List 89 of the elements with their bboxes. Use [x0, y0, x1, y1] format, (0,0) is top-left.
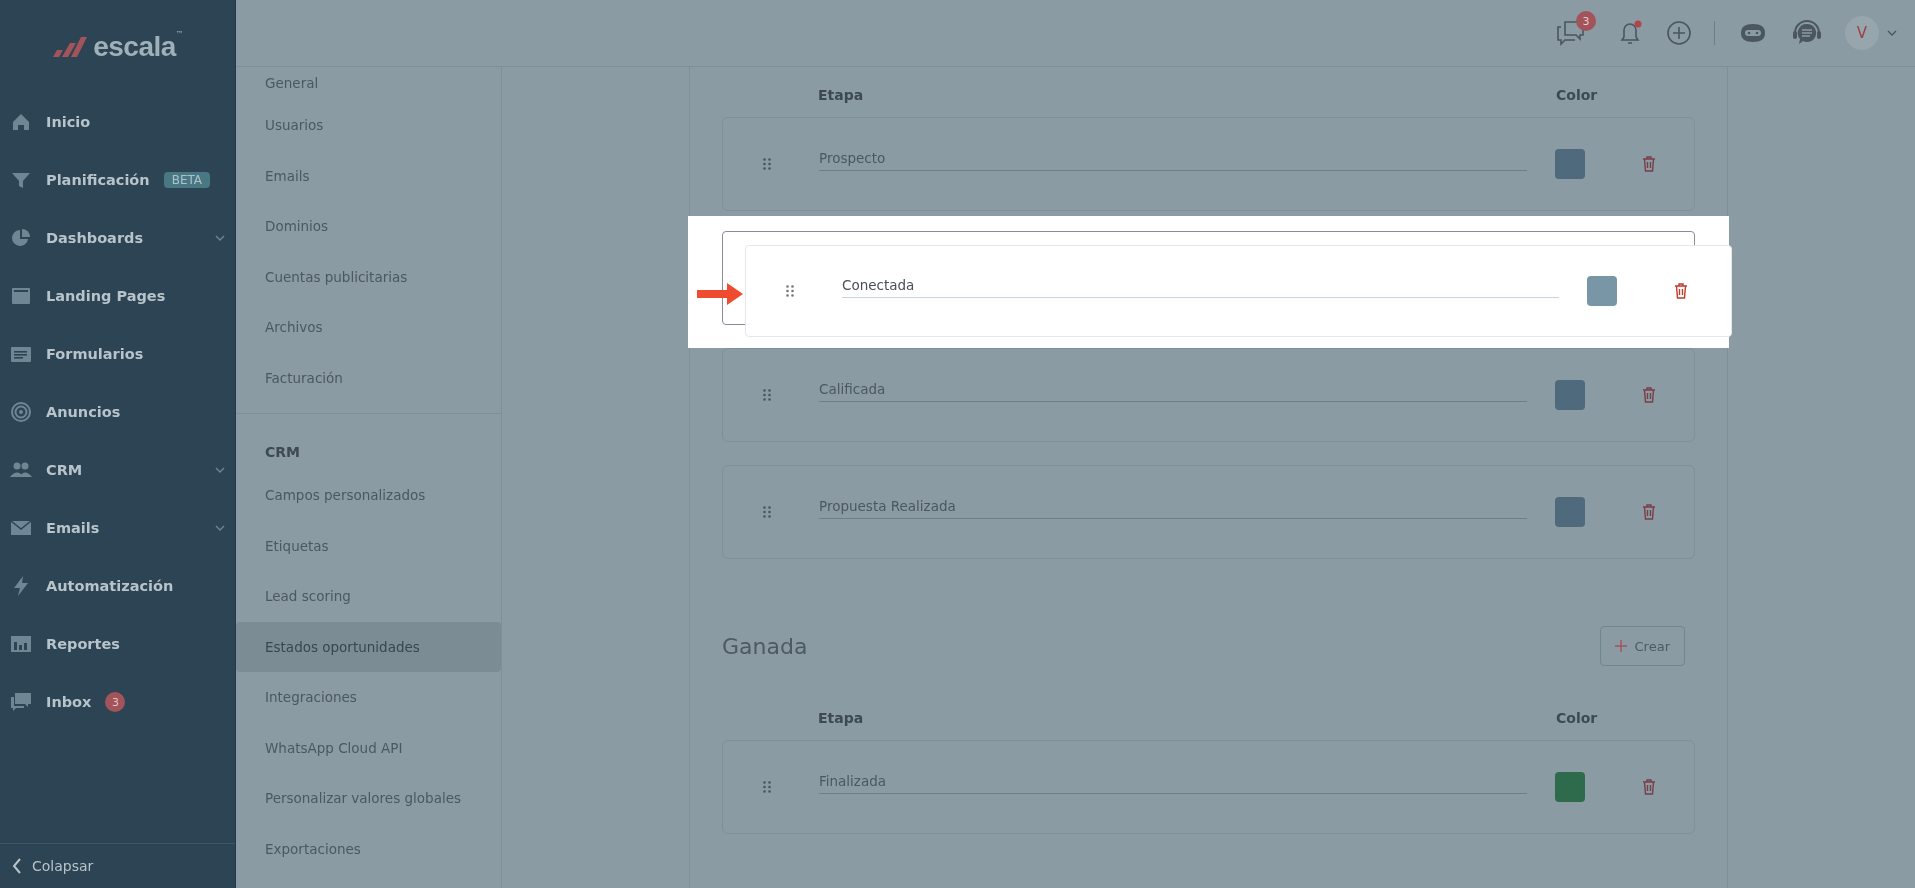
- logo-icon: [51, 34, 88, 59]
- nav-label: Inicio: [46, 114, 91, 130]
- chevron-left-icon: [12, 858, 22, 874]
- color-swatch[interactable]: [1587, 276, 1617, 306]
- count-badge: 3: [105, 692, 126, 712]
- collapse-button[interactable]: Colapsar: [0, 843, 235, 888]
- trademark-mark: ™: [175, 30, 184, 39]
- color-swatch[interactable]: [1555, 497, 1585, 527]
- settings-menu-item[interactable]: Estados oportunidades: [236, 621, 501, 672]
- nav-icon: [10, 111, 32, 133]
- nav-label: Anuncios: [46, 404, 121, 420]
- nav-item[interactable]: Dashboards: [0, 209, 235, 267]
- add-icon[interactable]: [1666, 20, 1692, 46]
- stage-name-field[interactable]: Calificada: [819, 378, 1527, 402]
- drag-handle-icon[interactable]: [786, 285, 794, 297]
- chevron-icon[interactable]: [1887, 30, 1897, 36]
- drag-handle-icon[interactable]: [763, 389, 771, 401]
- stage-name-field[interactable]: Conectada: [842, 274, 1559, 298]
- user-avatar[interactable]: V: [1845, 16, 1879, 50]
- nav-icon: [10, 285, 32, 307]
- settings-menu-item[interactable]: Exportaciones: [236, 823, 501, 874]
- nav-item[interactable]: Emails: [0, 499, 235, 557]
- stage-name-field[interactable]: Prospecto: [819, 147, 1527, 171]
- menu-section-title: CRM: [264, 443, 301, 462]
- trash-icon[interactable]: [1674, 283, 1688, 299]
- color-swatch[interactable]: [1555, 380, 1585, 410]
- stage-name-field[interactable]: Finalizada: [819, 770, 1527, 794]
- nav-icon: [10, 401, 32, 423]
- nav-label: Automatización: [46, 578, 174, 594]
- drag-handle-icon[interactable]: [763, 781, 771, 793]
- color-swatch[interactable]: [1555, 772, 1585, 802]
- count-badge: 3: [1576, 11, 1596, 31]
- trash-icon[interactable]: [1642, 387, 1656, 403]
- nav-icon: [10, 227, 32, 249]
- column-header: Etapa: [818, 87, 864, 103]
- settings-menu-item[interactable]: Usuarios: [236, 100, 501, 151]
- section-title: Ganada: [722, 633, 808, 659]
- nav-label: Inbox: [46, 694, 92, 710]
- plus-icon: [1614, 640, 1627, 652]
- nav-label: Reportes: [46, 636, 120, 652]
- nav-item[interactable]: Planificación BETA: [0, 151, 235, 209]
- nav-item[interactable]: Formularios: [0, 325, 235, 383]
- nav-label: Landing Pages: [46, 288, 166, 304]
- settings-menu-item[interactable]: Dominios: [236, 201, 501, 252]
- nav-label: Formularios: [46, 346, 144, 362]
- create-button[interactable]: Crear: [1599, 626, 1685, 666]
- chevron-icon: [215, 525, 225, 531]
- pointer-arrow-icon: [697, 282, 743, 306]
- column-header: Etapa: [818, 710, 864, 726]
- nav-item[interactable]: Landing Pages: [0, 267, 235, 325]
- settings-menu-item[interactable]: Lead scoring: [236, 571, 501, 622]
- nav-icon: [10, 691, 32, 713]
- nav-label: CRM: [46, 462, 83, 478]
- chevron-icon: [215, 467, 225, 473]
- settings-menu-item[interactable]: Campos personalizados: [236, 470, 501, 521]
- chat-button[interactable]: 3: [1556, 11, 1596, 46]
- nav-item[interactable]: CRM: [0, 441, 235, 499]
- settings-menu-item[interactable]: General: [236, 67, 501, 100]
- logo-text: escala: [93, 30, 176, 63]
- drag-handle-icon[interactable]: [763, 506, 771, 518]
- nav-label: Dashboards: [46, 230, 144, 246]
- column-header: Color: [1556, 710, 1598, 726]
- nav-label: Planificación: [46, 172, 150, 188]
- chevron-icon: [215, 235, 225, 241]
- bell-icon[interactable]: [1618, 19, 1644, 47]
- settings-menu-item[interactable]: Emails: [236, 150, 501, 201]
- nav-item[interactable]: Inbox 3: [0, 673, 235, 731]
- settings-menu-item[interactable]: Personalizar valores globales: [236, 773, 501, 824]
- settings-menu-item[interactable]: Cuentas publicitarias: [236, 251, 501, 302]
- nav-icon: [10, 633, 32, 655]
- stage-card[interactable]: Conectada: [745, 245, 1732, 337]
- settings-menu-item[interactable]: Facturación: [236, 352, 501, 403]
- nav-item[interactable]: Inicio: [0, 93, 235, 151]
- settings-menu-item[interactable]: Integraciones: [236, 672, 501, 723]
- beta-badge: BETA: [163, 172, 211, 188]
- settings-menu-item[interactable]: Archivos: [236, 302, 501, 353]
- column-header: Color: [1556, 87, 1598, 103]
- trash-icon[interactable]: [1642, 156, 1656, 172]
- nav-item[interactable]: Reportes: [0, 615, 235, 673]
- drag-handle-icon[interactable]: [763, 158, 771, 170]
- stage-name-field[interactable]: Propuesta Realizada: [819, 495, 1527, 519]
- trash-icon[interactable]: [1642, 779, 1656, 795]
- color-swatch[interactable]: [1555, 149, 1585, 179]
- nav-item[interactable]: Anuncios: [0, 383, 235, 441]
- settings-menu-item[interactable]: Etiquetas: [236, 520, 501, 571]
- trash-icon[interactable]: [1642, 504, 1656, 520]
- nav-item[interactable]: Automatización: [0, 557, 235, 615]
- settings-menu-item[interactable]: WhatsApp Cloud API: [236, 722, 501, 773]
- nav-label: Emails: [46, 520, 100, 536]
